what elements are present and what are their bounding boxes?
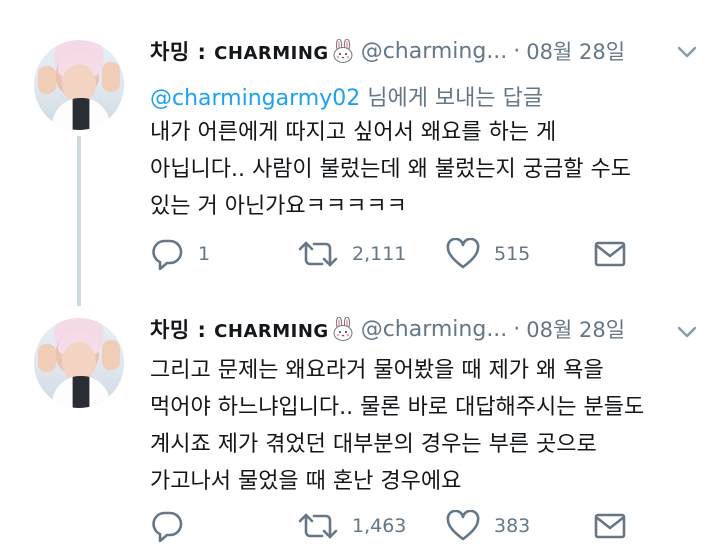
envelope-icon — [594, 241, 626, 267]
direct-message-button[interactable] — [594, 238, 626, 270]
retweet-button[interactable]: 2,111 — [298, 238, 406, 270]
like-count: 515 — [494, 243, 531, 265]
tweet-1[interactable]: 차밍 : CHARMING @charming... · 08월 28일 @ch… — [0, 0, 720, 306]
display-name[interactable]: 차밍 : CHARMING — [150, 36, 329, 66]
mention-link[interactable]: @charmingarmy02 — [150, 86, 360, 111]
tweet-line: 계시죠 제가 겪었던 대부분의 경우는 부른 곳으로 — [150, 432, 597, 457]
tweet-text: 내가 어른에게 따지고 싶어서 왜요를 하는 게 아닙니다.. 사람이 불렀는데… — [150, 114, 631, 225]
tweet-header: 차밍 : CHARMING @charming... · 08월 28일 — [150, 36, 625, 66]
user-handle[interactable]: @charming... — [361, 39, 508, 64]
retweet-icon — [298, 513, 338, 539]
heart-icon — [446, 510, 480, 541]
tweet-line: 아닙니다.. 사람이 불렀는데 왜 불렀는지 궁금할 수도 — [150, 157, 631, 182]
like-button[interactable]: 383 — [446, 510, 530, 542]
tweet-2[interactable]: 차밍 : CHARMING @charming... · 08월 28일 그리고… — [0, 296, 720, 552]
retweet-count: 2,111 — [352, 243, 407, 265]
reply-button[interactable]: 1 — [150, 238, 210, 270]
chevron-down-icon[interactable] — [676, 44, 698, 60]
tweet-line: 먹어야 하느냐입니다.. 물론 바로 대답해주시는 분들도 — [150, 395, 645, 420]
reply-context: @charmingarmy02 님에게 보내는 답글 — [150, 80, 543, 112]
tweet-line: 있는 거 아닌가요ㅋㅋㅋㅋㅋ — [150, 194, 407, 219]
tweet-date[interactable]: 08월 28일 — [526, 314, 625, 344]
like-count: 383 — [494, 515, 531, 537]
like-button[interactable]: 515 — [446, 238, 530, 270]
reply-icon — [152, 239, 183, 270]
reply-count: 1 — [198, 243, 211, 265]
tweet-line: 그리고 문제는 왜요라거 물어봤을 때 제가 왜 욕을 — [150, 358, 604, 383]
tweet-header: 차밍 : CHARMING @charming... · 08월 28일 — [150, 314, 625, 344]
user-handle[interactable]: @charming... — [361, 317, 508, 342]
avatar[interactable] — [34, 318, 124, 408]
thread-line — [77, 136, 81, 306]
separator: · — [513, 316, 521, 342]
tweet-date[interactable]: 08월 28일 — [526, 36, 625, 66]
heart-icon — [446, 238, 480, 269]
bunny-emoji-icon — [333, 39, 353, 63]
envelope-icon — [594, 513, 626, 539]
retweet-count: 1,463 — [352, 515, 407, 537]
reply-icon — [152, 511, 183, 542]
tweet-line: 내가 어른에게 따지고 싶어서 왜요를 하는 게 — [150, 120, 557, 145]
avatar[interactable] — [34, 40, 124, 130]
action-bar: 1 2,111 515 — [150, 238, 630, 270]
bunny-emoji-icon — [333, 317, 353, 341]
chevron-down-icon[interactable] — [676, 324, 698, 340]
retweet-icon — [298, 241, 338, 267]
separator: · — [513, 38, 521, 64]
action-bar: 1,463 383 — [150, 510, 630, 542]
retweet-button[interactable]: 1,463 — [298, 510, 406, 542]
display-name[interactable]: 차밍 : CHARMING — [150, 314, 329, 344]
tweet-line: 가고나서 물었을 때 혼난 경우에요 — [150, 469, 462, 494]
reply-button[interactable] — [150, 510, 198, 542]
direct-message-button[interactable] — [594, 510, 626, 542]
tweet-text: 그리고 문제는 왜요라거 물어봤을 때 제가 왜 욕을 먹어야 하느냐입니다..… — [150, 352, 644, 500]
reply-label: 님에게 보내는 답글 — [367, 86, 544, 111]
